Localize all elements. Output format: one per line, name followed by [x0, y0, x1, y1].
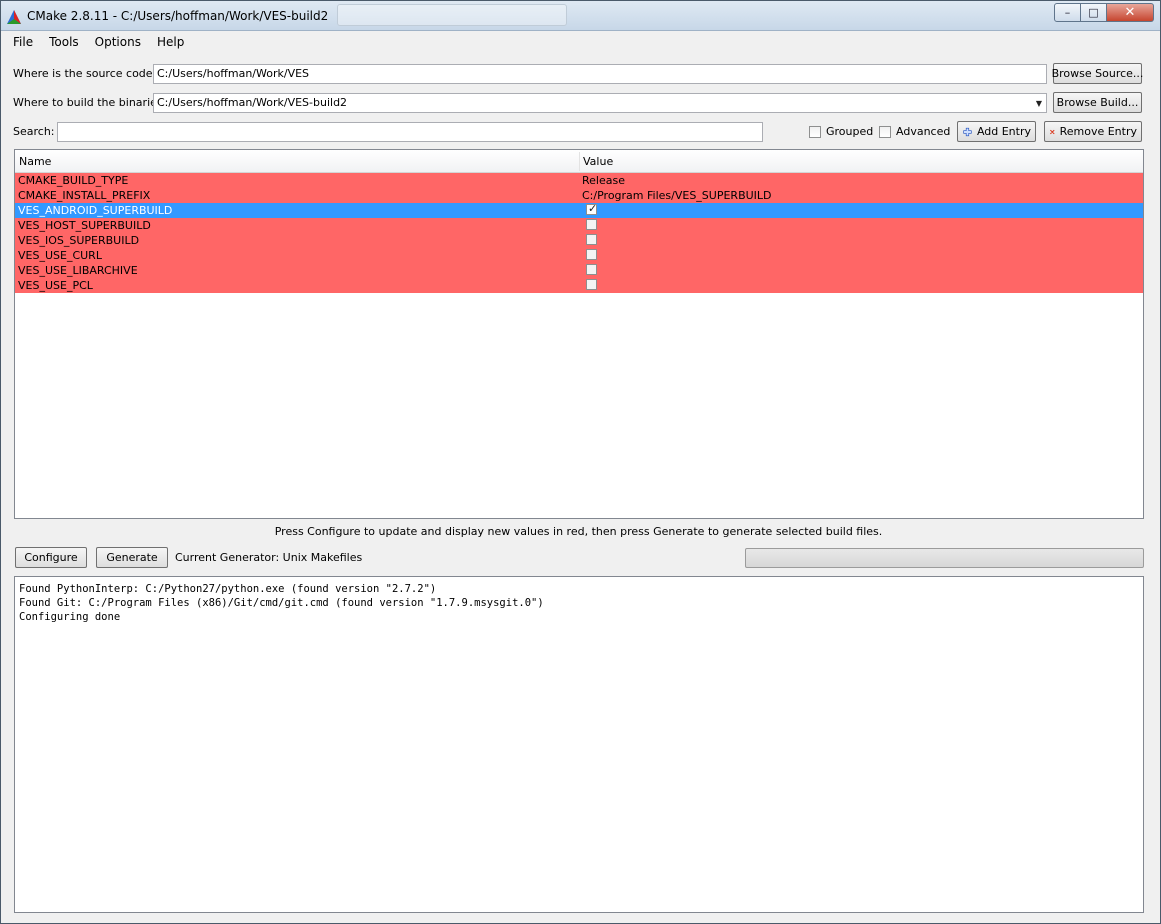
- table-header: Name Value: [15, 150, 1143, 173]
- remove-entry-label: Remove Entry: [1059, 125, 1137, 138]
- table-row[interactable]: VES_IOS_SUPERBUILD: [15, 233, 1143, 248]
- table-body: CMAKE_BUILD_TYPE Release CMAKE_INSTALL_PRE…: [15, 173, 1143, 293]
- remove-entry-button[interactable]: Remove Entry: [1044, 121, 1142, 142]
- cell-name: CMAKE_BUILD_TYPE: [18, 174, 129, 187]
- progress-bar: [745, 548, 1144, 568]
- advanced-option[interactable]: Advanced: [879, 125, 950, 138]
- grouped-checkbox[interactable]: [809, 125, 821, 138]
- column-header-name[interactable]: Name: [19, 155, 51, 168]
- binaries-path-combo[interactable]: C:/Users/hoffman/Work/VES-build2 ▼: [153, 93, 1047, 113]
- output-log[interactable]: Found PythonInterp: C:/Python27/python.e…: [14, 576, 1144, 913]
- cmake-logo-icon: [7, 10, 21, 24]
- search-label: Search:: [13, 125, 55, 138]
- column-divider[interactable]: [579, 152, 580, 171]
- cell-checkbox[interactable]: [586, 234, 597, 245]
- menu-file[interactable]: File: [5, 35, 41, 49]
- table-row[interactable]: VES_USE_PCL: [15, 278, 1143, 293]
- menu-options[interactable]: Options: [87, 35, 149, 49]
- column-header-value[interactable]: Value: [583, 155, 613, 168]
- menu-help[interactable]: Help: [149, 35, 192, 49]
- window-title: CMake 2.8.11 - C:/Users/hoffman/Work/VES…: [27, 9, 329, 23]
- menu-bar: File Tools Options Help: [1, 32, 1160, 52]
- table-row[interactable]: VES_USE_CURL: [15, 248, 1143, 263]
- hint-text: Press Configure to update and display ne…: [274, 525, 883, 538]
- remove-icon: [1050, 129, 1055, 134]
- source-path-input[interactable]: C:/Users/hoffman/Work/VES: [153, 64, 1047, 84]
- log-line: Found PythonInterp: C:/Python27/python.e…: [19, 583, 437, 595]
- minimize-icon: –: [1064, 6, 1071, 19]
- background-window-ghost: [337, 4, 567, 26]
- dropdown-arrow-icon[interactable]: ▼: [1036, 99, 1042, 108]
- cell-name: VES_IOS_SUPERBUILD: [18, 234, 140, 247]
- binaries-label: Where to build the binaries:: [13, 96, 167, 109]
- maximize-button[interactable]: □: [1081, 3, 1107, 22]
- grouped-option[interactable]: Grouped: [809, 125, 873, 138]
- cell-checkbox[interactable]: [586, 264, 597, 275]
- cmake-window: CMake 2.8.11 - C:/Users/hoffman/Work/VES…: [0, 0, 1161, 924]
- table-row[interactable]: VES_HOST_SUPERBUILD: [15, 218, 1143, 233]
- maximize-icon: □: [1088, 6, 1099, 19]
- cell-name: VES_USE_CURL: [18, 249, 102, 262]
- cell-value[interactable]: Release: [582, 174, 625, 187]
- grouped-label: Grouped: [826, 125, 874, 138]
- window-controls: – □ ✕: [1054, 3, 1154, 22]
- current-generator-text: Current Generator: Unix Makefiles: [175, 551, 363, 564]
- cell-name: VES_USE_LIBARCHIVE: [18, 264, 138, 277]
- cell-name: VES_USE_PCL: [18, 279, 93, 292]
- table-row[interactable]: CMAKE_INSTALL_PREFIX C:/Program Files/VES…: [15, 188, 1143, 203]
- log-line: Found Git: C:/Program Files (x86)/Git/cm…: [19, 597, 544, 609]
- configure-button[interactable]: Configure: [15, 547, 87, 568]
- advanced-label: Advanced: [896, 125, 951, 138]
- close-button[interactable]: ✕: [1107, 3, 1154, 22]
- cell-checkbox[interactable]: [586, 249, 597, 260]
- cell-name: CMAKE_INSTALL_PREFIX: [18, 189, 151, 202]
- add-entry-button[interactable]: Add Entry: [957, 121, 1036, 142]
- close-icon: ✕: [1124, 5, 1136, 20]
- table-row[interactable]: VES_ANDROID_SUPERBUILD: [15, 202, 1143, 218]
- search-input[interactable]: [57, 122, 763, 142]
- browse-build-button[interactable]: Browse Build...: [1053, 92, 1142, 113]
- cache-table[interactable]: Name Value CMAKE_BUILD_TYPE Release CMAKE_…: [14, 149, 1144, 519]
- binaries-path-value: C:/Users/hoffman/Work/VES-build2: [157, 96, 348, 109]
- add-entry-label: Add Entry: [976, 125, 1031, 138]
- log-line: Configuring done: [19, 611, 121, 623]
- source-label: Where is the source code:: [13, 67, 157, 80]
- cell-checkbox[interactable]: [586, 279, 597, 290]
- cell-checkbox[interactable]: [586, 202, 597, 215]
- advanced-checkbox[interactable]: [879, 125, 891, 138]
- cell-value[interactable]: C:/Program Files/VES_SUPERBUILD: [582, 189, 772, 202]
- browse-source-button[interactable]: Browse Source...: [1052, 63, 1143, 84]
- table-row[interactable]: VES_USE_LIBARCHIVE: [15, 263, 1143, 278]
- table-row[interactable]: CMAKE_BUILD_TYPE Release: [15, 173, 1143, 188]
- generate-button[interactable]: Generate: [96, 547, 168, 568]
- cell-name: VES_HOST_SUPERBUILD: [18, 219, 151, 232]
- cell-name: VES_ANDROID_SUPERBUILD: [18, 204, 173, 217]
- menu-tools[interactable]: Tools: [41, 35, 87, 49]
- minimize-button[interactable]: –: [1054, 3, 1081, 22]
- cell-checkbox[interactable]: [586, 219, 597, 230]
- title-bar[interactable]: CMake 2.8.11 - C:/Users/hoffman/Work/VES…: [1, 1, 1160, 31]
- add-icon: [963, 127, 972, 136]
